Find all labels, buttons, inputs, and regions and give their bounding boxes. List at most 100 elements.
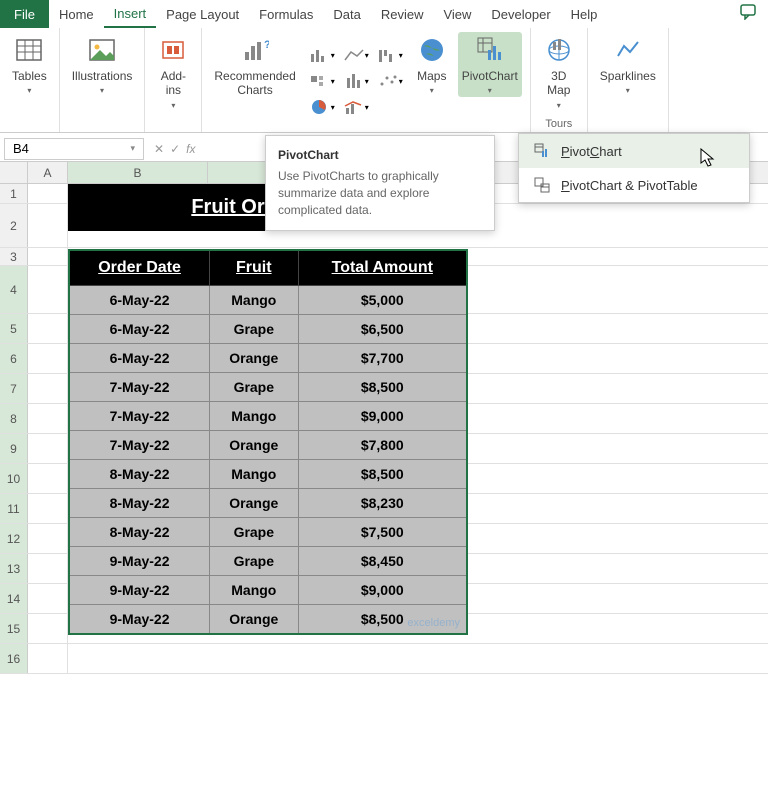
data-overlay: Fruit Order Data Order Date Fruit Total … — [68, 184, 468, 635]
table-row[interactable]: 6-May-22Grape$6,500 — [69, 315, 467, 344]
recommended-charts-button[interactable]: ? Recommended Charts — [210, 32, 299, 100]
row-header[interactable]: 8 — [0, 404, 28, 433]
tab-help[interactable]: Help — [561, 0, 608, 28]
table-row[interactable]: 8-May-22Grape$7,500 — [69, 518, 467, 547]
chevron-down-icon: ▾ — [430, 86, 434, 95]
data-table[interactable]: Order Date Fruit Total Amount 6-May-22Ma… — [68, 249, 468, 635]
row-header[interactable]: 6 — [0, 344, 28, 373]
row-header[interactable]: 10 — [0, 464, 28, 493]
table-row[interactable]: 9-May-22Grape$8,450 — [69, 547, 467, 576]
tab-file[interactable]: File — [0, 0, 49, 28]
row-header[interactable]: 14 — [0, 584, 28, 613]
formula-controls: ✕ ✓ fx — [144, 142, 205, 156]
row-header[interactable]: 5 — [0, 314, 28, 343]
tab-view[interactable]: View — [433, 0, 481, 28]
chart-type-grid: ▾ ▾ ▾ ▾ ▾ ▾ ▾ ▾ — [306, 43, 406, 119]
row-header[interactable]: 3 — [0, 248, 28, 265]
tab-review[interactable]: Review — [371, 0, 434, 28]
row-header[interactable]: 12 — [0, 524, 28, 553]
scatter-chart-icon[interactable]: ▾ — [374, 69, 406, 93]
table-row[interactable]: 7-May-22Grape$8,500 — [69, 373, 467, 402]
table-row[interactable]: 7-May-22Mango$9,000 — [69, 402, 467, 431]
tooltip-title: PivotChart — [278, 148, 482, 162]
addins-button[interactable]: Add- ins ▾ — [153, 32, 193, 112]
table-row[interactable]: 8-May-22Orange$8,230 — [69, 489, 467, 518]
table-row[interactable]: 6-May-22Orange$7,700 — [69, 344, 467, 373]
chevron-down-icon: ▾ — [488, 86, 492, 95]
recommended-charts-icon: ? — [239, 34, 271, 66]
row-header[interactable]: 16 — [0, 644, 28, 673]
group-charts: ? Recommended Charts ▾ ▾ ▾ ▾ ▾ ▾ ▾ ▾ — [202, 28, 530, 132]
chevron-down-icon: ▾ — [171, 101, 175, 110]
illustrations-button[interactable]: Illustrations ▾ — [68, 32, 137, 97]
tooltip-body: Use PivotCharts to graphically summarize… — [278, 168, 482, 218]
mouse-cursor-icon — [700, 148, 716, 168]
table-row[interactable]: 6-May-22Mango$5,000 — [69, 286, 467, 315]
table-row[interactable]: 8-May-22Mango$8,500 — [69, 460, 467, 489]
line-chart-icon[interactable]: ▾ — [340, 43, 372, 67]
name-box[interactable]: B4 ▾ — [4, 138, 144, 160]
watermark: exceldemy — [407, 617, 460, 629]
waterfall-chart-icon[interactable]: ▾ — [374, 43, 406, 67]
column-chart-icon[interactable]: ▾ — [306, 43, 338, 67]
header-total-amount: Total Amount — [298, 250, 467, 286]
col-header-a[interactable]: A — [28, 162, 68, 183]
ribbon: Tables ▾ Illustrations ▾ Add- ins ▾ ? Re… — [0, 28, 768, 133]
ribbon-tabs: File Home Insert Page Layout Formulas Da… — [0, 0, 768, 28]
table-icon — [13, 34, 45, 66]
cancel-icon[interactable]: ✕ — [154, 142, 164, 156]
maps-button[interactable]: Maps ▾ — [412, 32, 452, 97]
pivotchart-dropdown: PivotChart PivotChart & PivotTable — [518, 133, 750, 203]
pie-chart-icon[interactable]: ▾ — [306, 95, 338, 119]
menu-label: PivotChart — [561, 144, 622, 159]
row-header[interactable]: 11 — [0, 494, 28, 523]
hierarchy-chart-icon[interactable]: ▾ — [306, 69, 338, 93]
3d-map-button[interactable]: 3D Map ▾ — [539, 32, 579, 112]
group-illustrations: Illustrations ▾ — [60, 28, 146, 132]
chevron-down-icon: ▾ — [27, 86, 31, 95]
row-header[interactable]: 7 — [0, 374, 28, 403]
row-header[interactable]: 15 — [0, 614, 28, 643]
globe-icon — [416, 34, 448, 66]
group-tables: Tables ▾ — [0, 28, 60, 132]
tab-page-layout[interactable]: Page Layout — [156, 0, 249, 28]
tab-home[interactable]: Home — [49, 0, 104, 28]
table-row[interactable]: 9-May-22Mango$9,000 — [69, 576, 467, 605]
row-header[interactable]: 1 — [0, 184, 28, 203]
pivotchart-button[interactable]: PivotChart ▾ — [458, 32, 522, 97]
col-header-b[interactable]: B — [68, 162, 208, 183]
chevron-down-icon: ▾ — [557, 101, 561, 110]
comments-button[interactable] — [730, 4, 768, 25]
tab-data[interactable]: Data — [323, 0, 370, 28]
grid-row: 16 — [0, 644, 768, 674]
addins-icon — [157, 34, 189, 66]
tab-insert[interactable]: Insert — [104, 0, 157, 28]
header-order-date: Order Date — [69, 250, 210, 286]
row-header[interactable]: 9 — [0, 434, 28, 463]
menu-label: PivotChart & PivotTable — [561, 178, 698, 193]
svg-text:?: ? — [264, 39, 269, 51]
chevron-down-icon: ▾ — [100, 86, 104, 95]
sparkline-icon — [612, 34, 644, 66]
tab-developer[interactable]: Developer — [481, 0, 560, 28]
tab-formulas[interactable]: Formulas — [249, 0, 323, 28]
row-header[interactable]: 2 — [0, 204, 28, 247]
pivotchart-tooltip: PivotChart Use PivotCharts to graphicall… — [265, 135, 495, 231]
tables-button[interactable]: Tables ▾ — [8, 32, 51, 97]
table-row[interactable]: 7-May-22Orange$7,800 — [69, 431, 467, 460]
select-all-corner[interactable] — [0, 162, 28, 183]
row-header[interactable]: 4 — [0, 266, 28, 313]
worksheet: A B C D F 12345678910111213141516 Fruit … — [0, 162, 768, 674]
group-tours: 3D Map ▾ Tours — [531, 28, 588, 132]
enter-icon[interactable]: ✓ — [170, 142, 180, 156]
sparklines-button[interactable]: Sparklines ▾ — [596, 32, 660, 97]
row-header[interactable]: 13 — [0, 554, 28, 583]
chevron-down-icon: ▾ — [626, 86, 630, 95]
fx-icon[interactable]: fx — [186, 142, 195, 156]
picture-icon — [86, 34, 118, 66]
combo-chart-icon[interactable]: ▾ — [340, 95, 372, 119]
statistic-chart-icon[interactable]: ▾ — [340, 69, 372, 93]
menu-pivotchart-pivottable[interactable]: PivotChart & PivotTable — [519, 168, 749, 202]
globe-3d-icon — [543, 34, 575, 66]
chevron-down-icon: ▾ — [130, 143, 135, 154]
